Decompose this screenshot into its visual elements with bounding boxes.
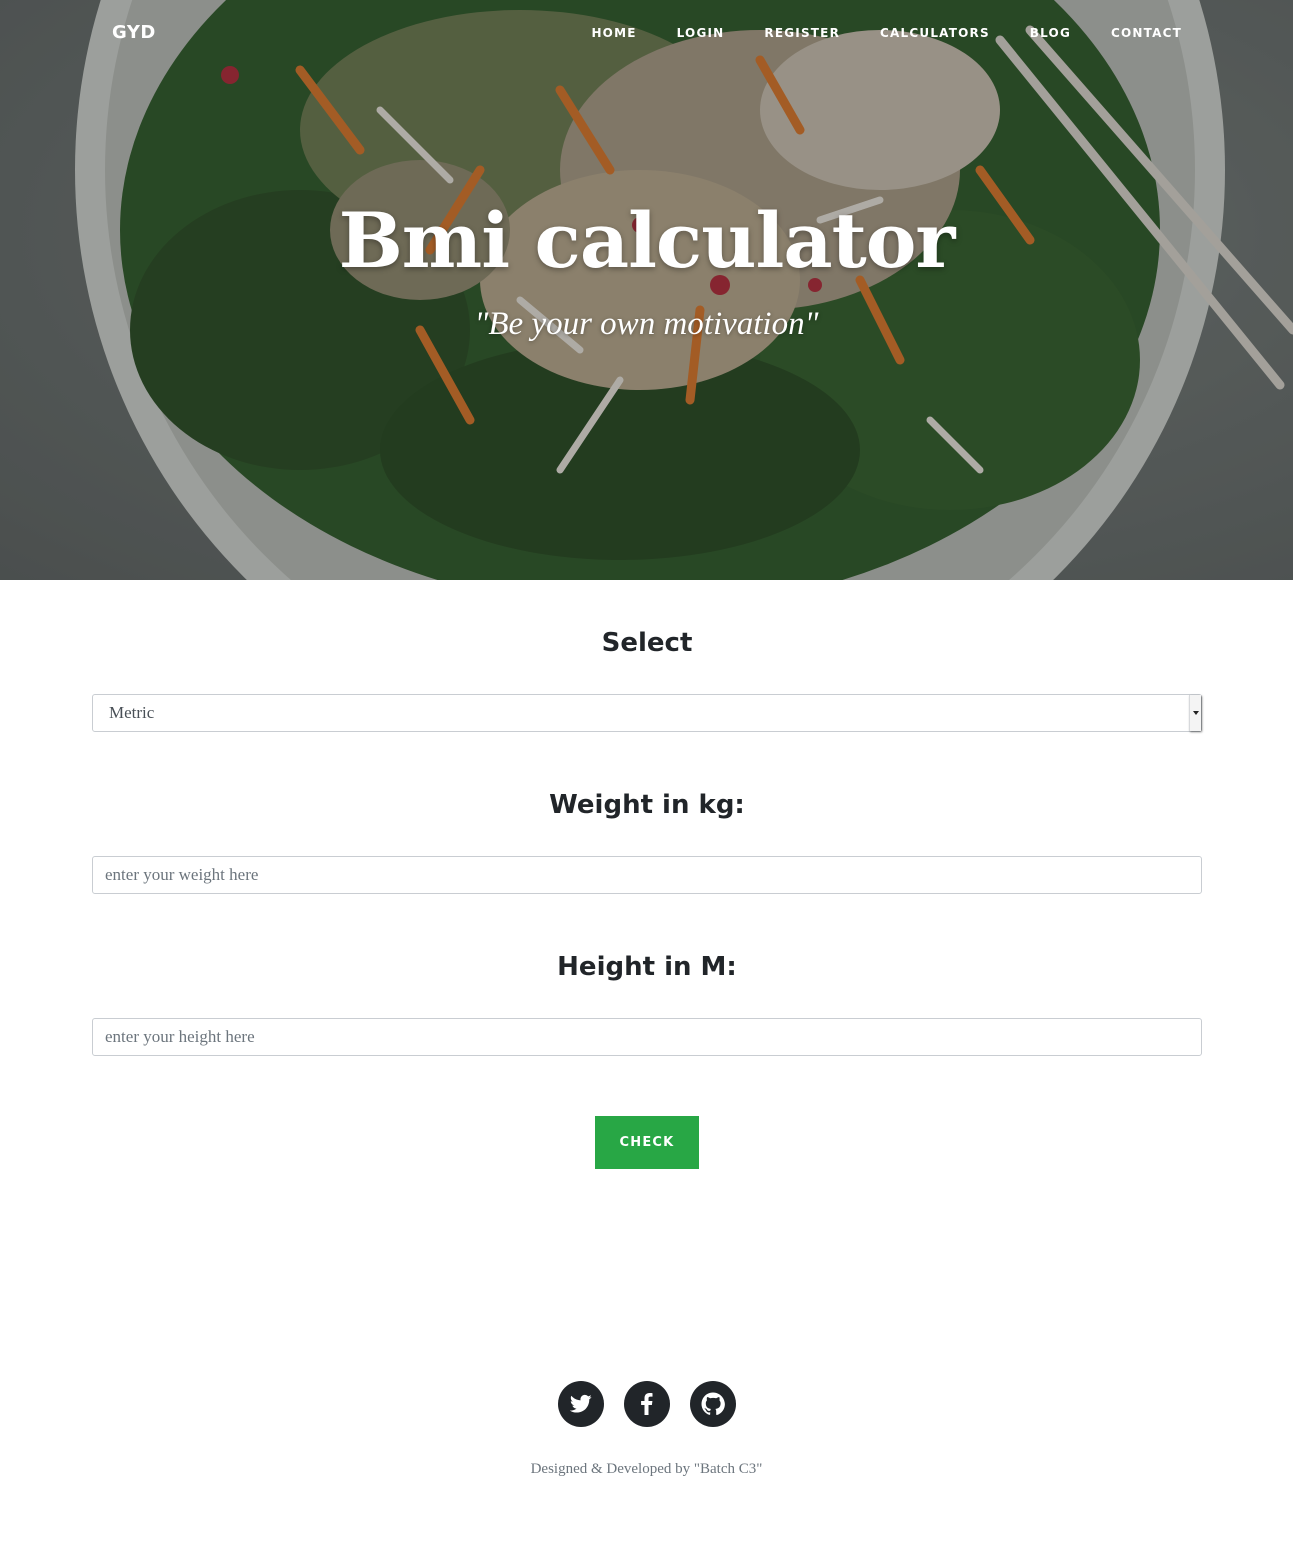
twitter-link[interactable]: [557, 1381, 604, 1427]
weight-label: Weight in kg:: [549, 790, 745, 820]
nav-link-login[interactable]: LOGIN: [677, 26, 725, 40]
brand-logo[interactable]: GYD: [112, 22, 156, 43]
social-links: [0, 1381, 1293, 1427]
hero-tagline: "Be your own motivation": [474, 306, 819, 342]
unit-select[interactable]: Metric: [92, 694, 1202, 732]
weight-input[interactable]: [92, 856, 1202, 894]
facebook-icon: [641, 1393, 653, 1415]
github-icon: [701, 1392, 725, 1416]
nav-link-contact[interactable]: CONTACT: [1111, 26, 1182, 40]
footer-credit: Designed & Developed by "Batch C3": [530, 1461, 763, 1477]
nav-link-register[interactable]: REGISTER: [764, 26, 840, 40]
bmi-form: Select Metric Weight in kg: Height in M:…: [92, 580, 1202, 1169]
unit-select-label: Select: [601, 628, 693, 658]
facebook-link[interactable]: [623, 1381, 670, 1427]
hero-banner: GYD HOME LOGIN REGISTER CALCULATORS BLOG…: [0, 0, 1293, 580]
height-input[interactable]: [92, 1018, 1202, 1056]
nav-links: HOME LOGIN REGISTER CALCULATORS BLOG CON…: [591, 26, 1182, 40]
nav-link-calculators[interactable]: CALCULATORS: [880, 26, 990, 40]
nav-link-blog[interactable]: BLOG: [1030, 26, 1071, 40]
check-button[interactable]: CHECK: [595, 1116, 699, 1169]
height-label: Height in M:: [557, 952, 737, 982]
hero-overlay: [0, 0, 1293, 580]
twitter-icon: [569, 1394, 592, 1413]
top-navbar: GYD HOME LOGIN REGISTER CALCULATORS BLOG…: [0, 0, 1293, 68]
chevron-down-icon[interactable]: [1189, 695, 1201, 731]
unit-select-value: Metric: [109, 703, 155, 722]
nav-link-home[interactable]: HOME: [591, 26, 636, 40]
github-link[interactable]: [689, 1381, 736, 1427]
page-title: Bmi calculator: [338, 196, 956, 285]
